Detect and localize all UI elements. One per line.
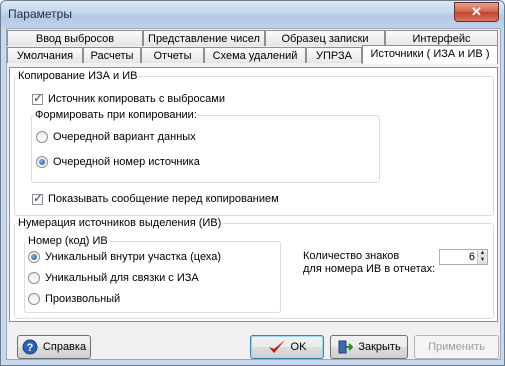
title-bar: Параметры ✕ (1, 1, 504, 28)
spin-down-icon[interactable]: ▼ (477, 257, 487, 264)
numbering-group-title: Нумерация источников выделения (ИВ) (17, 217, 223, 230)
radio-unique-in-section[interactable]: Уникальный внутри участка (цеха) (28, 251, 221, 263)
tab-defaults[interactable]: Умолчания (7, 47, 83, 63)
radio-circle (36, 131, 48, 143)
dialog-client-area: Ввод выбросов Представление чисел Образе… (6, 28, 501, 360)
exit-door-icon (338, 340, 354, 354)
svg-text:?: ? (27, 342, 34, 354)
checkbox-box (32, 191, 43, 205)
radio-circle (36, 156, 48, 168)
radio-circle (28, 293, 40, 305)
tab-calculations[interactable]: Расчеты (83, 47, 141, 63)
copy-with-emissions-checkbox[interactable]: Источник копировать с выбросами (32, 91, 225, 105)
radio-next-data-variant[interactable]: Очередной вариант данных (36, 131, 196, 143)
show-message-checkbox[interactable]: Показывать сообщение перед копированием (32, 191, 279, 205)
apply-button[interactable]: Применить (414, 335, 499, 359)
tab-panel-sources: Копирование ИЗА и ИВ Источник копировать… (9, 67, 498, 322)
radio-next-source-number[interactable]: Очередной номер источника (36, 156, 200, 168)
tab-sources[interactable]: Источники ( ИЗА и ИВ ) (362, 45, 498, 64)
code-group-title: Номер (код) ИВ (27, 235, 109, 248)
dialog-window: Параметры ✕ Ввод выбросов Представление … (0, 0, 505, 366)
checkmark-icon (268, 340, 285, 353)
spin-up-icon[interactable]: ▲ (477, 250, 487, 257)
help-button[interactable]: ? Справка (17, 335, 91, 359)
tab-removal-scheme[interactable]: Схема удалений (204, 47, 306, 63)
close-icon: ✕ (471, 4, 482, 19)
radio-circle (28, 272, 40, 284)
close-button[interactable]: Закрыть (330, 335, 408, 359)
radio-unique-for-iza-link[interactable]: Уникальный для связки с ИЗА (28, 272, 199, 284)
tab-uprza[interactable]: УПРЗА (306, 47, 362, 63)
radio-circle (28, 251, 40, 263)
checkbox-box (32, 91, 43, 105)
digits-value[interactable]: 6 (469, 251, 475, 263)
code-group: Номер (код) ИВ Уникальный внутри участка… (24, 235, 281, 313)
digits-spinner[interactable]: 6 ▲ ▼ (439, 249, 488, 265)
tab-interface[interactable]: Интерфейс (385, 30, 498, 46)
window-title: Параметры (8, 7, 72, 21)
help-icon: ? (22, 339, 38, 355)
close-window-button[interactable]: ✕ (454, 2, 499, 22)
copy-group-title: Копирование ИЗА и ИВ (17, 70, 139, 83)
ok-button[interactable]: OK (250, 335, 324, 359)
tab-reports[interactable]: Отчеты (141, 47, 204, 63)
tab-number-format[interactable]: Представление чисел (143, 30, 265, 46)
radio-arbitrary[interactable]: Произвольный (28, 293, 120, 305)
form-on-copy-group: Формировать при копировании: Очередной в… (31, 109, 380, 183)
tab-note-sample[interactable]: Образец записки (265, 30, 385, 46)
numbering-group: Нумерация источников выделения (ИВ) Номе… (14, 217, 494, 319)
digits-label: Количество знаков для номера ИВ в отчета… (303, 250, 436, 275)
form-on-copy-title: Формировать при копировании: (34, 109, 198, 122)
copy-group: Копирование ИЗА и ИВ Источник копировать… (14, 70, 494, 216)
tab-input-emissions[interactable]: Ввод выбросов (7, 30, 143, 46)
